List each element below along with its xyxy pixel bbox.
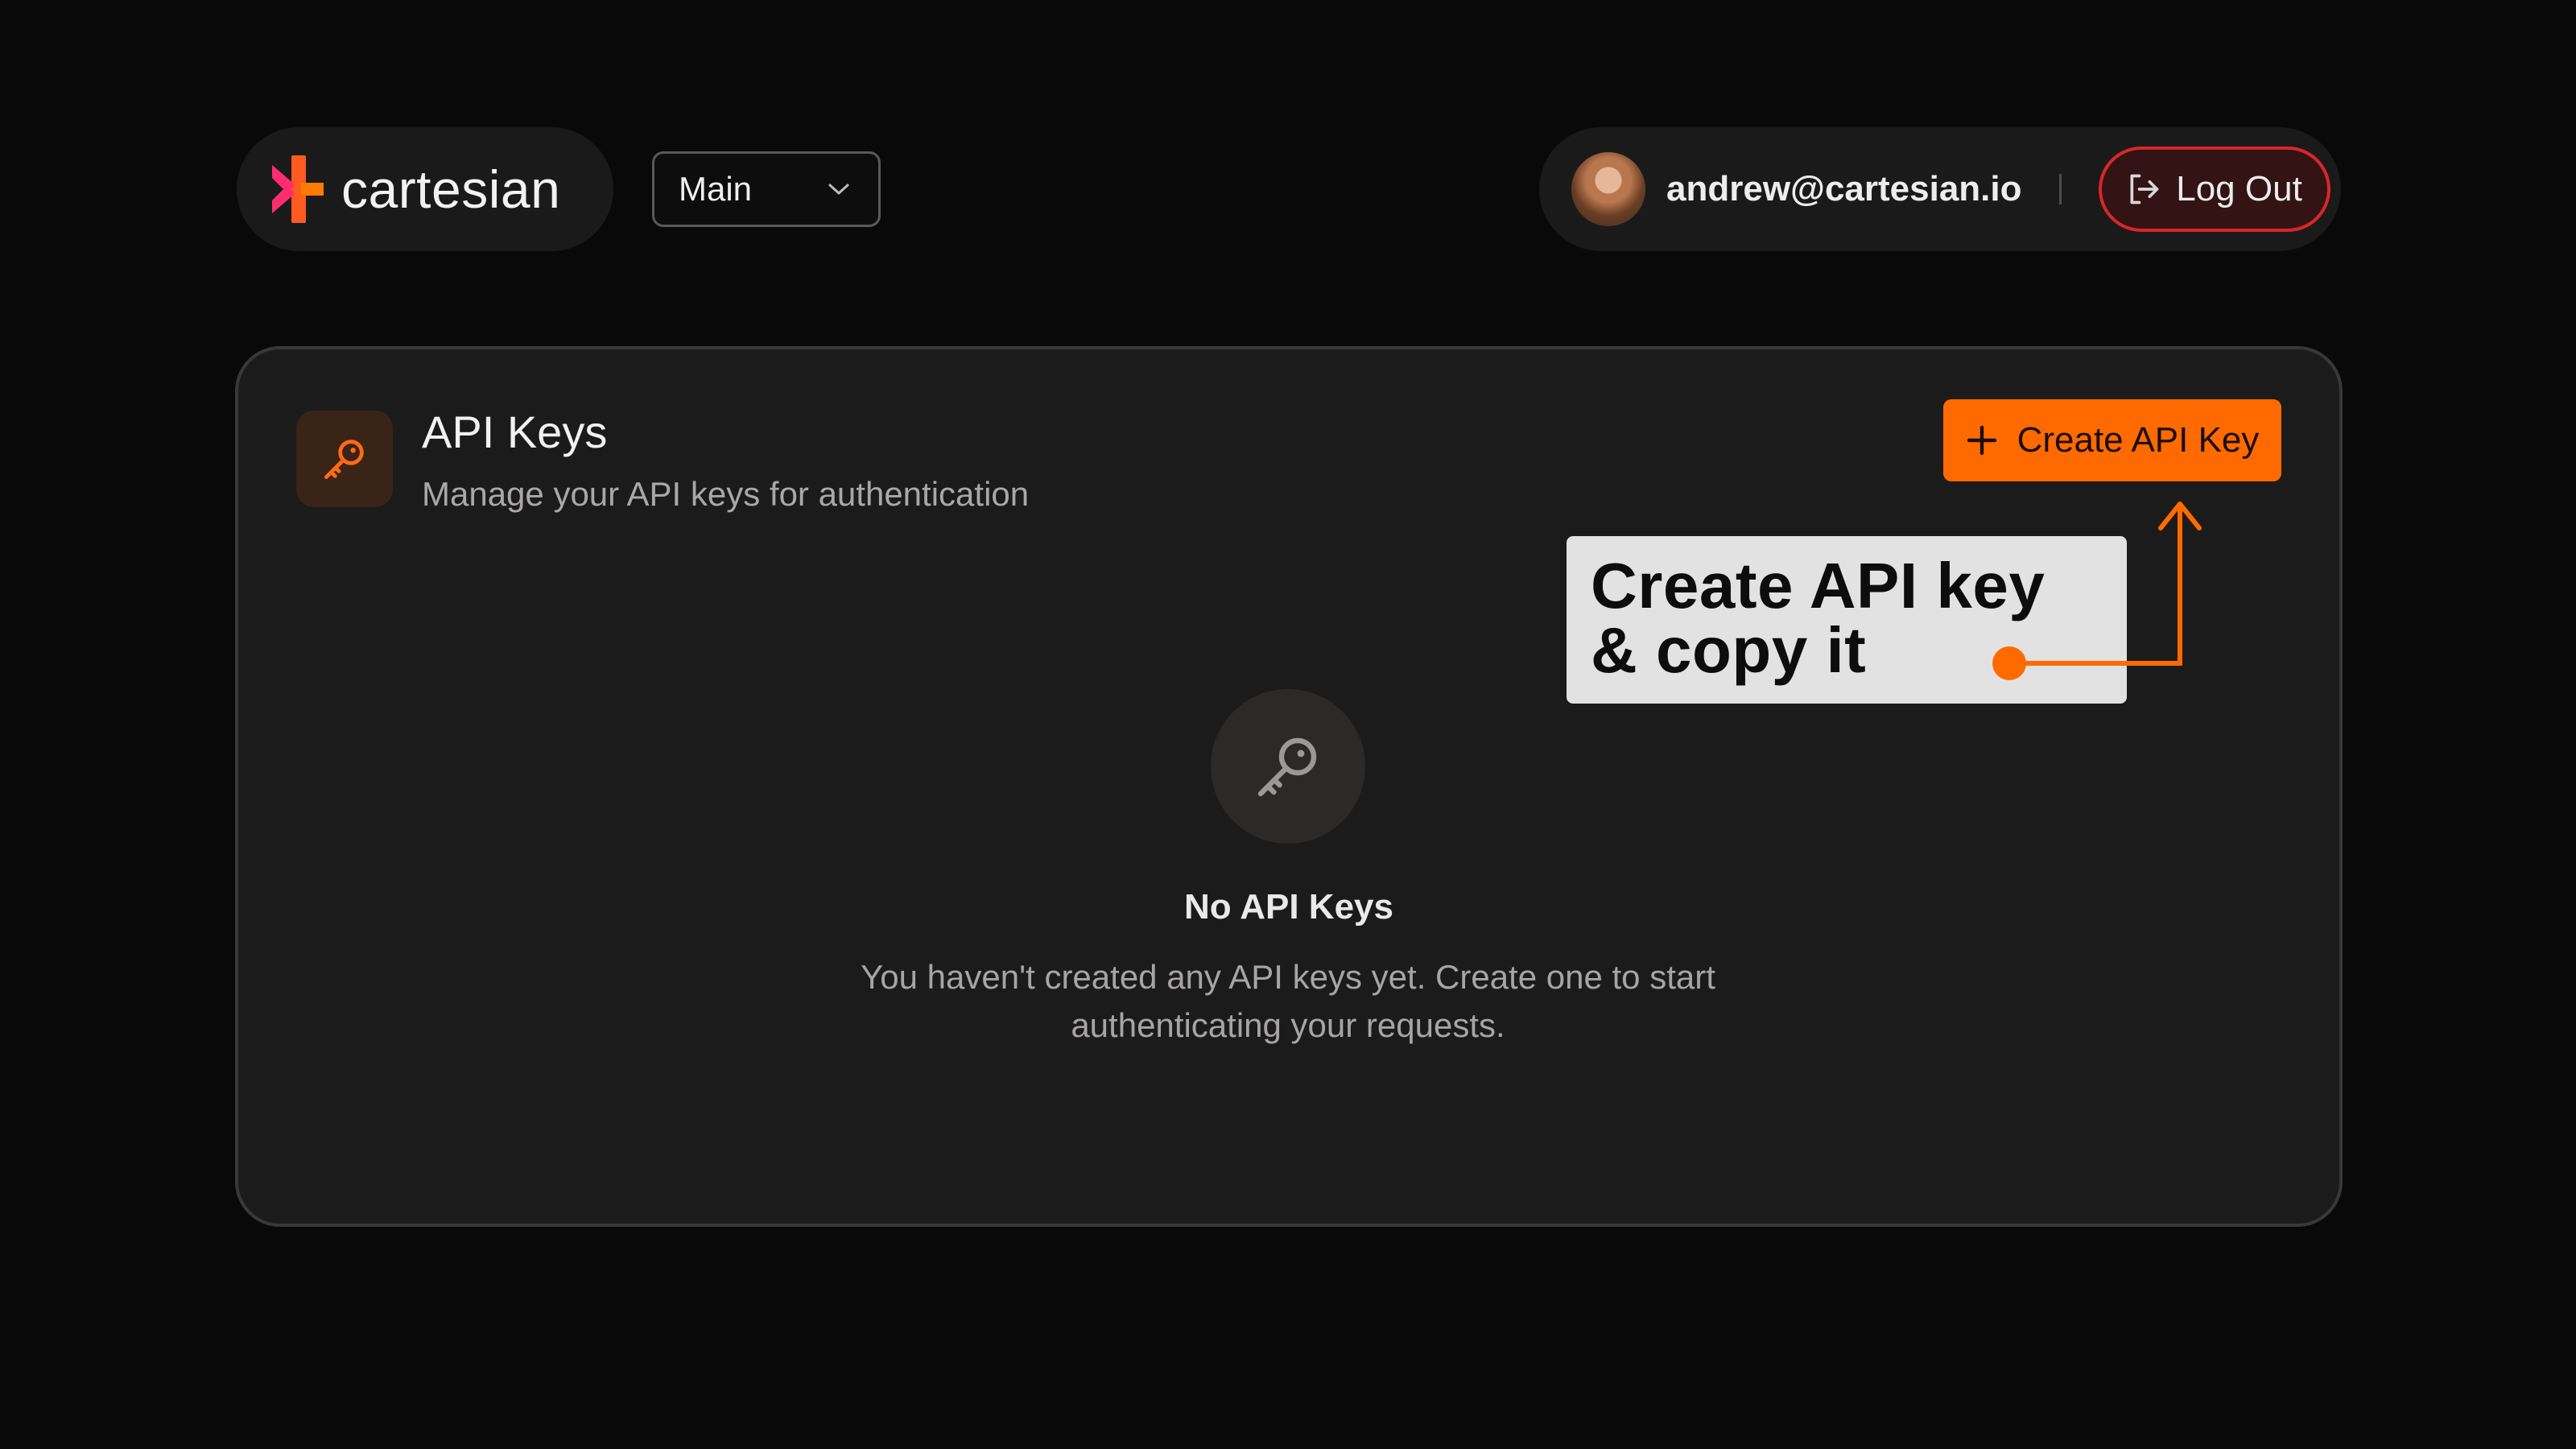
logout-label: Log Out — [2176, 169, 2302, 208]
org-select-value: Main — [679, 170, 753, 208]
divider — [2058, 174, 2062, 204]
user-email: andrew@cartesian.io — [1666, 169, 2022, 208]
logout-icon — [2130, 174, 2159, 204]
user-menu: andrew@cartesian.io Log Out — [1539, 127, 2341, 251]
empty-state-title: No API Keys — [1183, 887, 1393, 927]
brand-logo[interactable]: cartesian — [237, 127, 613, 251]
logout-button[interactable]: Log Out — [2098, 147, 2330, 232]
page: cartesian Main andrew@cartesian.io Log O… — [0, 0, 2576, 1449]
cartesian-logo-icon — [272, 155, 324, 223]
empty-state-icon — [1211, 689, 1365, 844]
org-select-dropdown[interactable]: Main — [652, 151, 881, 227]
key-icon — [1257, 737, 1317, 797]
chevron-down-icon — [828, 184, 849, 195]
empty-state-description: You haven't created any API keys yet. Cr… — [861, 958, 1715, 1044]
brand-name: cartesian — [341, 159, 561, 219]
user-avatar[interactable] — [1571, 152, 1645, 226]
api-keys-card: API Keys Manage your API keys for authen… — [235, 346, 2343, 1227]
